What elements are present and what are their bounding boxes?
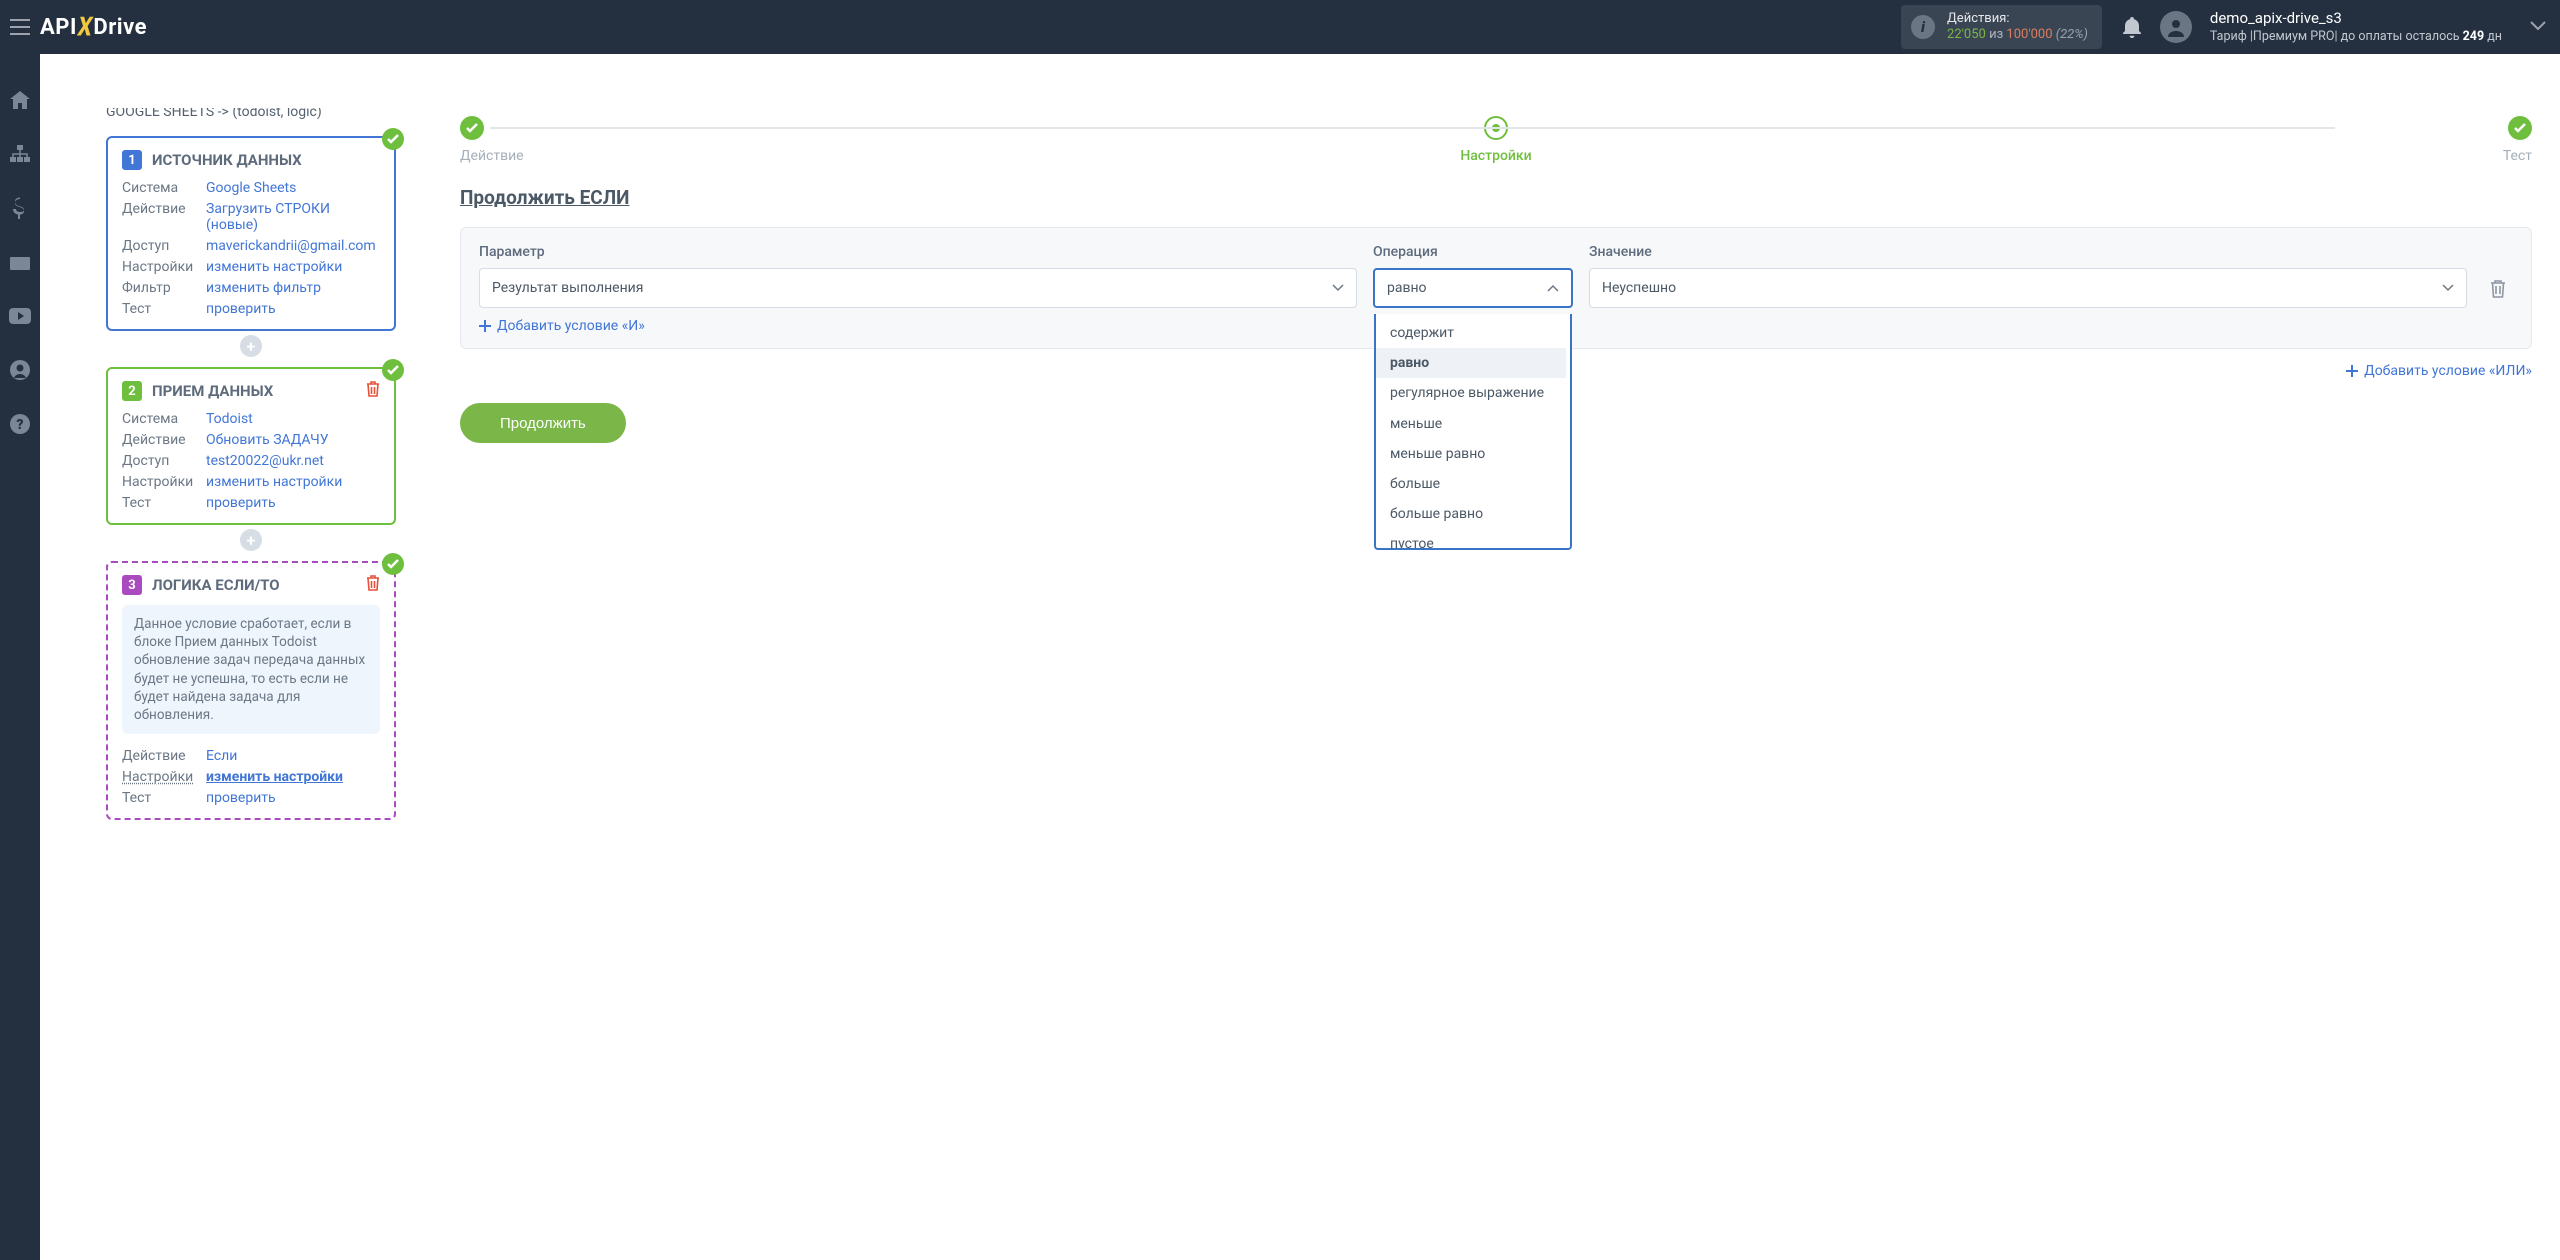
value-select[interactable]: Неуспешно [1589,268,2467,308]
step-label: Тест [2503,148,2532,164]
dd-option-contains[interactable]: содержит [1376,318,1566,348]
topbar: APIXDrive i Действия: 22'050 из 100'000 … [0,0,2560,54]
source-system-link[interactable]: Google Sheets [206,180,296,196]
operation-select[interactable]: равно содержит равно регулярное выражени… [1373,268,1573,308]
step-label: Настройки [1460,148,1531,164]
user-block[interactable]: demo_apix-drive_s3 Тариф |Премиум PRO| д… [2210,8,2502,45]
block-title: ПРИЕМ ДАННЫХ [152,382,273,400]
section-title: Продолжить ЕСЛИ [460,186,2532,209]
sidebar: ? [0,54,40,1260]
operation-dropdown: содержит равно регулярное выражение мень… [1374,314,1572,550]
chevron-down-icon [2442,284,2454,292]
logic-note: Данное условие сработает, если в блоке П… [122,605,380,734]
source-test-link[interactable]: проверить [206,301,276,317]
dest-settings-link[interactable]: изменить настройки [206,474,342,490]
value-label: Значение [1589,244,2467,260]
trash-icon[interactable] [366,381,380,401]
block-number: 2 [122,381,142,401]
dd-option-equals[interactable]: равно [1376,348,1566,378]
condition-box: Параметр Результат выполнения Операция р… [460,227,2532,349]
param-select[interactable]: Результат выполнения [479,268,1357,308]
chevron-up-icon [1547,284,1559,292]
source-action-link[interactable]: Загрузить СТРОКИ (новые) [206,201,330,233]
status-check-icon [382,359,404,381]
block-title: ЛОГИКА ЕСЛИ/ТО [152,576,280,594]
destination-block: 2ПРИЕМ ДАННЫХ СистемаTodoist ДействиеОбн… [106,367,396,525]
dest-test-link[interactable]: проверить [206,495,276,511]
logic-action-link[interactable]: Если [206,748,237,764]
logo-x-icon: X [75,12,95,42]
logic-block: 3 ЛОГИКА ЕСЛИ/ТО Данное условие сработает… [106,561,396,820]
notifications-icon[interactable] [2122,16,2142,38]
dd-option-less[interactable]: меньше [1376,409,1566,439]
dd-option-greater-eq[interactable]: больше равно [1376,499,1566,529]
step-done-icon[interactable] [2508,116,2532,140]
info-icon: i [1911,15,1935,39]
chevron-down-icon[interactable] [2530,19,2546,35]
block-number: 3 [122,575,142,595]
step-label: Действие [460,148,1151,164]
sidebar-video-icon[interactable] [8,304,32,328]
actions-numbers: 22'050 из 100'000 (22%) [1947,27,2088,43]
block-number: 1 [122,150,142,170]
param-label: Параметр [479,244,1357,260]
logic-test-link[interactable]: проверить [206,790,276,806]
source-filter-link[interactable]: изменить фильтр [206,280,321,296]
add-block-icon[interactable]: + [240,529,262,551]
continue-button[interactable]: Продолжить [460,403,626,443]
sidebar-user-icon[interactable] [8,358,32,382]
menu-toggle-icon[interactable] [0,0,40,54]
dd-option-less-eq[interactable]: меньше равно [1376,439,1566,469]
dest-access-link[interactable]: test20022@ukr.net [206,453,324,469]
sidebar-connections-icon[interactable] [8,142,32,166]
dd-option-greater[interactable]: больше [1376,469,1566,499]
dest-action-link[interactable]: Обновить ЗАДАЧУ [206,432,329,448]
sidebar-home-icon[interactable] [8,88,32,112]
left-panel: GOOGLE SHEETS -> (todoist, logic) 1 ИСТОЧ… [40,108,440,826]
sidebar-billing-icon[interactable] [8,196,32,220]
sidebar-help-icon[interactable]: ? [8,412,32,436]
breadcrumb: GOOGLE SHEETS -> (todoist, logic) [40,108,440,126]
trash-icon[interactable] [366,575,380,595]
dd-option-empty[interactable]: пустое [1376,529,1566,548]
actions-counter[interactable]: i Действия: 22'050 из 100'000 (22%) [1901,5,2102,48]
tariff-text: Тариф |Премиум PRO| до оплаты осталось 2… [2210,29,2502,46]
source-access-link[interactable]: maverickandrii@gmail.com [206,238,376,254]
logo[interactable]: APIXDrive [40,15,147,40]
status-check-icon [382,553,404,575]
plus-icon [2346,365,2358,377]
source-block: 1ИСТОЧНИК ДАННЫХ СистемаGoogle Sheets Де… [106,136,396,331]
block-title: ИСТОЧНИК ДАННЫХ [152,151,302,169]
stepper: Действие Настройки Тест [460,116,2532,164]
source-settings-link[interactable]: изменить настройки [206,259,342,275]
step-done-icon[interactable] [460,116,484,140]
dest-system-link[interactable]: Todoist [206,411,253,427]
avatar[interactable] [2160,11,2192,43]
user-name: demo_apix-drive_s3 [2210,8,2502,28]
remove-condition-icon[interactable] [2483,244,2513,308]
dd-option-regex[interactable]: регулярное выражение [1376,378,1566,408]
add-block-icon[interactable]: + [240,335,262,357]
plus-icon [479,320,491,332]
logo-post: Drive [93,15,147,40]
chevron-down-icon [1332,284,1344,292]
actions-label: Действия: [1947,11,2088,27]
status-check-icon [382,128,404,150]
logo-pre: API [40,15,77,40]
op-label: Операция [1373,244,1573,260]
svg-text:?: ? [16,417,23,433]
sidebar-briefcase-icon[interactable] [8,250,32,274]
logic-settings-link[interactable]: изменить настройки [206,769,343,785]
right-panel: Действие Настройки Тест Продолжить ЕСЛИ … [440,108,2560,826]
